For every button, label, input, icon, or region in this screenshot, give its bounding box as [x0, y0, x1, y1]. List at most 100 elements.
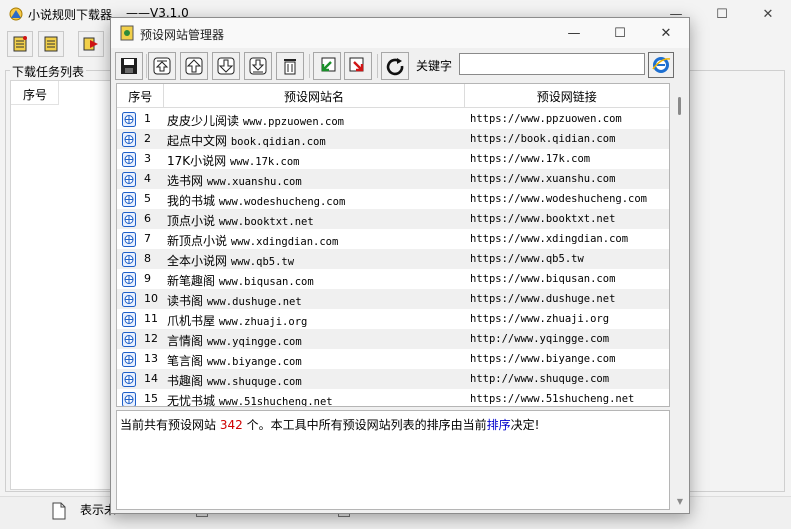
table-row[interactable]: 4 选书网 www.xuanshu.com https://www.xuanshu.… — [117, 169, 669, 189]
row-number: 14 — [144, 372, 158, 385]
row-number: 10 — [144, 292, 158, 305]
table-row[interactable]: 3 17K小说网 www.17k.com https://www.17k.com — [117, 149, 669, 169]
site-name-text: 笔言阁 — [167, 354, 204, 368]
toolbar-separator — [377, 54, 378, 78]
table-row[interactable]: 12 言情阁 www.yqingge.com http://www.yqingge.… — [117, 329, 669, 349]
site-count: 342 — [219, 418, 243, 432]
row-site-name: 新顶点小说 www.xdingdian.com — [167, 232, 338, 249]
preset-site-table[interactable]: 序号 预设网站名 预设网链接 1 皮皮少儿阅读 www.ppzuowen.com h… — [116, 83, 670, 407]
site-name-text: 言情阁 — [167, 334, 204, 348]
row-site-name: 选书网 www.xuanshu.com — [167, 172, 302, 189]
task-list-button[interactable] — [38, 31, 64, 57]
site-domain-text: www.17k.com — [229, 156, 300, 168]
column-header-site-url[interactable]: 预设网链接 — [465, 84, 669, 108]
site-name-text: 读书阁 — [167, 294, 204, 308]
main-list-header-num[interactable]: 序号 — [11, 81, 59, 105]
site-domain-text: www.ppzuowen.com — [242, 116, 344, 128]
move-bottom-button[interactable] — [244, 52, 272, 80]
row-site-url: https://www.biqusan.com — [470, 273, 616, 285]
table-row[interactable]: 8 全本小说网 www.qb5.tw https://www.qb5.tw — [117, 249, 669, 269]
row-site-url: https://www.biyange.com — [470, 353, 616, 365]
table-row[interactable]: 10 读书阁 www.dushuge.net https://www.dushuge… — [117, 289, 669, 309]
close-icon[interactable]: ✕ — [745, 0, 791, 28]
refresh-icon — [386, 58, 404, 76]
site-domain-text: www.booktxt.net — [218, 216, 314, 228]
table-row[interactable]: 13 笔言阁 www.biyange.com https://www.biyange… — [117, 349, 669, 369]
table-row[interactable]: 2 起点中文网 book.qidian.com https://book.qidia… — [117, 129, 669, 149]
site-page-icon — [122, 112, 136, 127]
row-site-url: https://www.zhuaji.org — [470, 313, 610, 325]
info-line: 当前共有预设网站 342 个。本工具中所有预设网站列表的排序由当前排序决定! — [120, 416, 539, 433]
table-row[interactable]: 7 新顶点小说 www.xdingdian.com https://www.xdin… — [117, 229, 669, 249]
toolbar-separator — [146, 54, 147, 78]
site-page-icon — [122, 292, 136, 307]
column-header-num[interactable]: 序号 — [117, 84, 165, 108]
app-title: 小说规则下载器 — [28, 8, 113, 22]
document-icon — [52, 502, 66, 520]
table-row[interactable]: 14 书趣阁 www.shuquge.com http://www.shuquge.… — [117, 369, 669, 389]
site-name-text: 书趣阁 — [167, 374, 204, 388]
table-row[interactable]: 15 无忧书城 www.51shucheng.net https://www.51s… — [117, 389, 669, 406]
site-name-text: 新笔趣阁 — [167, 274, 216, 288]
row-site-name: 全本小说网 www.qb5.tw — [167, 252, 294, 269]
scrollbar-thumb[interactable] — [678, 97, 681, 115]
site-page-icon — [122, 132, 136, 147]
row-site-url: https://www.wodeshucheng.com — [470, 193, 648, 205]
info-prefix: 当前共有预设网站 — [120, 418, 217, 432]
row-site-name: 新笔趣阁 www.biqusan.com — [167, 272, 314, 289]
row-site-url: https://www.qb5.tw — [470, 253, 584, 265]
site-page-icon — [122, 232, 136, 247]
move-down-button[interactable] — [212, 52, 240, 80]
row-site-url: https://www.xdingdian.com — [470, 233, 629, 245]
import-button[interactable] — [313, 52, 341, 80]
site-domain-text: www.qb5.tw — [230, 256, 295, 268]
site-name-text: 爪机书屋 — [167, 314, 216, 328]
row-site-name: 皮皮少儿阅读 www.ppzuowen.com — [167, 112, 344, 129]
site-page-icon — [122, 192, 136, 207]
site-domain-text: www.zhuaji.org — [218, 316, 308, 328]
download-task-group-label: 下载任务列表 — [10, 63, 87, 80]
site-name-text: 皮皮少儿阅读 — [167, 114, 240, 128]
row-site-url: https://www.booktxt.net — [470, 213, 616, 225]
move-up-button[interactable] — [180, 52, 208, 80]
table-header: 序号 预设网站名 预设网链接 — [117, 84, 669, 108]
table-row[interactable]: 5 我的书城 www.wodeshucheng.com https://www.wo… — [117, 189, 669, 209]
maximize-icon[interactable]: ☐ — [597, 18, 643, 48]
save-button[interactable] — [115, 52, 143, 80]
close-icon[interactable]: ✕ — [643, 18, 689, 48]
refresh-button[interactable] — [381, 52, 409, 80]
delete-button[interactable] — [276, 52, 304, 80]
site-page-icon — [122, 372, 136, 387]
row-site-name: 言情阁 www.yqingge.com — [167, 332, 302, 349]
site-name-text: 全本小说网 — [167, 254, 228, 268]
site-page-icon — [122, 332, 136, 347]
site-name-text: 17K小说网 — [167, 154, 227, 168]
search-button[interactable] — [648, 52, 674, 78]
site-domain-text: www.shuquge.com — [206, 376, 302, 388]
ie-browser-icon — [652, 57, 671, 73]
table-row[interactable]: 9 新笔趣阁 www.biqusan.com https://www.biqusan… — [117, 269, 669, 289]
move-top-button[interactable] — [148, 52, 176, 80]
export-button[interactable] — [344, 52, 372, 80]
keyword-input[interactable] — [459, 53, 645, 75]
start-download-button[interactable] — [78, 31, 104, 57]
row-site-name: 顶点小说 www.booktxt.net — [167, 212, 314, 229]
table-row[interactable]: 1 皮皮少儿阅读 www.ppzuowen.com https://www.ppzu… — [117, 109, 669, 129]
info-middle: 个。本工具中所有预设网站列表的排序由当前 — [246, 418, 487, 432]
table-row[interactable]: 6 顶点小说 www.booktxt.net https://www.booktxt… — [117, 209, 669, 229]
site-domain-text: www.xdingdian.com — [230, 236, 339, 248]
vertical-scrollbar[interactable]: ▼ — [673, 83, 687, 511]
row-site-name: 无忧书城 www.51shucheng.net — [167, 392, 333, 406]
maximize-icon[interactable]: ☐ — [699, 0, 745, 28]
row-site-name: 笔言阁 www.biyange.com — [167, 352, 302, 369]
row-site-url: https://www.ppzuowen.com — [470, 113, 622, 125]
minimize-icon[interactable]: — — [551, 18, 597, 48]
new-task-button[interactable] — [7, 31, 33, 57]
table-row[interactable]: 11 爪机书屋 www.zhuaji.org https://www.zhuaji.… — [117, 309, 669, 329]
column-header-site-name[interactable]: 预设网站名 — [164, 84, 465, 108]
sort-link[interactable]: 排序 — [487, 418, 511, 432]
book-icon — [44, 36, 58, 52]
move-up-icon — [185, 57, 203, 75]
scroll-down-icon[interactable]: ▼ — [675, 497, 685, 507]
info-suffix: 决定! — [510, 418, 540, 432]
